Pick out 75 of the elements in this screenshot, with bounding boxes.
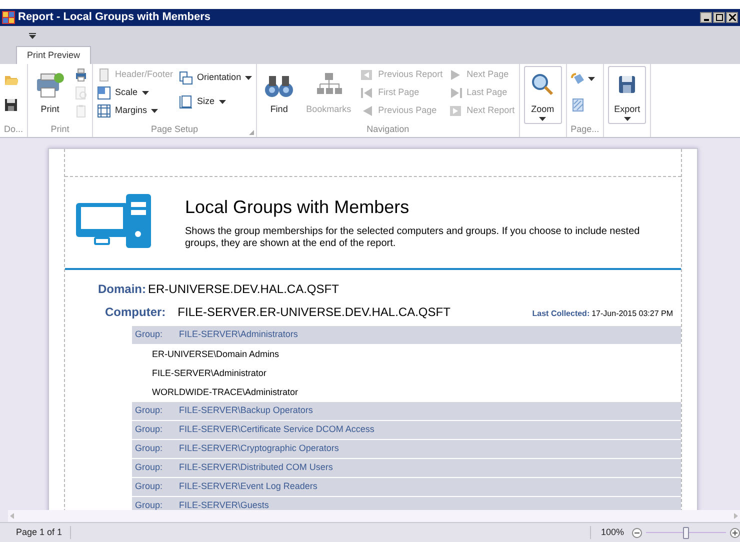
- domain-value: ER-UNIVERSE.DEV.HAL.CA.QSFT: [148, 281, 339, 298]
- app-icon: [2, 11, 15, 24]
- group-label: Group:: [135, 461, 164, 474]
- zoom-in-icon[interactable]: [730, 528, 740, 538]
- member-name: FILE-SERVER\Administrator: [151, 366, 268, 380]
- margins-icon: [97, 104, 112, 118]
- ribbon-button[interactable]: Orientation: [179, 71, 252, 85]
- group-label: Group:: [135, 480, 164, 494]
- group-label: Do...: [4, 123, 24, 136]
- printer-icon: [74, 68, 88, 82]
- previous-icon: [360, 68, 374, 82]
- next-icon: [448, 104, 463, 118]
- group-label: Group:: [135, 499, 164, 512]
- zoom-slider[interactable]: [646, 526, 726, 538]
- page-indicator: Page 1 of 1: [16, 526, 72, 540]
- group-label: Group:: [135, 328, 164, 342]
- member-name: WORLDWIDE-TRACE\Administrator: [151, 386, 300, 399]
- zoom-out-icon[interactable]: [632, 528, 642, 538]
- quick-access-menu[interactable]: [28, 32, 36, 40]
- save-icon: [4, 98, 18, 112]
- group-label: Group:: [135, 404, 164, 418]
- computer-label: Computer:: [105, 304, 166, 321]
- printer-icon: [35, 70, 66, 100]
- group-label: Group:: [135, 442, 164, 456]
- ribbon-button[interactable]: Export: [608, 66, 646, 124]
- page-search-icon: [74, 86, 88, 100]
- window-title: Report - Local Groups with Members: [18, 10, 211, 26]
- ribbon-button[interactable]: Scale: [97, 86, 174, 100]
- maximize-icon: [716, 14, 722, 21]
- first-page-icon: [360, 86, 374, 100]
- slider-thumb[interactable]: [683, 526, 689, 538]
- group-label: Print: [50, 123, 70, 136]
- dialog-launcher-icon[interactable]: [249, 130, 254, 135]
- member-name: ER-UNIVERSE\Domain Admins: [151, 348, 280, 361]
- toolbar-button[interactable]: [570, 72, 595, 86]
- group-name: FILE-SERVER\Cryptographic Operators: [179, 442, 339, 456]
- ribbon-tab[interactable]: Print Preview: [16, 46, 92, 64]
- orientation-icon: [179, 71, 194, 85]
- group-label: Page...: [570, 123, 600, 136]
- minimize-button[interactable]: [700, 12, 712, 23]
- scale-icon: [97, 86, 112, 100]
- group-name: FILE-SERVER\Certificate Service DCOM Access: [179, 423, 374, 436]
- last-page-icon: [448, 86, 463, 100]
- scroll-right-icon[interactable]: [734, 513, 738, 519]
- close-button[interactable]: [726, 12, 738, 23]
- last-collected-label: Last Collected:: [532, 308, 590, 320]
- group-name: FILE-SERVER\Guests: [179, 499, 269, 512]
- group-name: FILE-SERVER\Event Log Readers: [179, 480, 318, 494]
- ribbon-button[interactable]: Size: [179, 95, 252, 109]
- group-name: FILE-SERVER\Distributed COM Users: [179, 461, 333, 474]
- computer-icon: [76, 194, 151, 248]
- close-icon: [728, 14, 736, 21]
- maximize-button[interactable]: [713, 12, 725, 23]
- toolbar-button[interactable]: [4, 98, 18, 112]
- ribbon-button[interactable]: Find: [261, 68, 298, 116]
- last-collected-value: 17-Jun-2015 03:27 PM: [592, 308, 673, 320]
- watermark-icon: [570, 98, 585, 112]
- computer-value: FILE-SERVER.ER-UNIVERSE.DEV.HAL.CA.QSFT: [178, 304, 450, 321]
- ribbon-button[interactable]: Margins: [97, 104, 174, 118]
- report-title: Local Groups with Members: [185, 196, 410, 218]
- report-description: Shows the group memberships for the selected computers and groups. If you choose to include nested groups, they are shown at the end of the report.: [185, 226, 641, 250]
- group-name: FILE-SERVER\Administrators: [179, 328, 298, 342]
- page-icon: [97, 68, 112, 82]
- page-size-icon: [179, 95, 194, 109]
- scroll-left-icon[interactable]: [10, 513, 14, 519]
- ribbon-button[interactable]: Print: [32, 68, 68, 116]
- group-label: Page Setup: [151, 123, 198, 136]
- customize-icon: [28, 33, 36, 39]
- group-name: FILE-SERVER\Backup Operators: [179, 404, 313, 418]
- group-label: Group:: [135, 423, 164, 436]
- ribbon-button[interactable]: Zoom: [524, 66, 562, 124]
- zoom-percent: 100%: [590, 526, 624, 540]
- clipboard-icon: [74, 104, 88, 118]
- horizontal-scrollbar[interactable]: [8, 510, 740, 522]
- group-label: Navigation: [366, 123, 410, 136]
